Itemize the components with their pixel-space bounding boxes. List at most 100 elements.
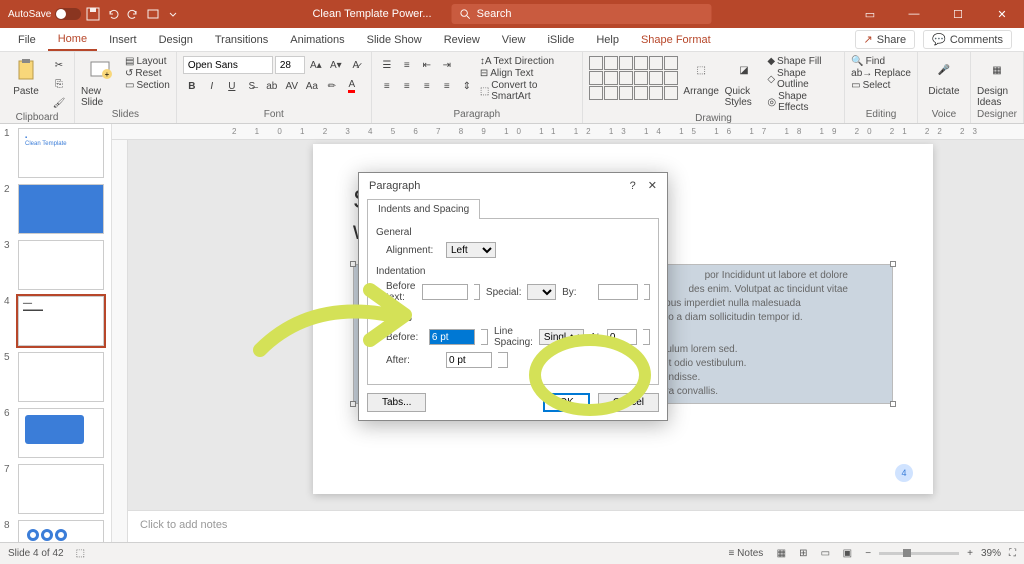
clear-format-icon[interactable]: A̷ (347, 56, 365, 74)
minimize-icon[interactable]: — (892, 0, 936, 28)
search-input[interactable] (477, 8, 704, 20)
spinner[interactable] (481, 329, 488, 345)
smartart-button[interactable]: ⬚ Convert to SmartArt (480, 80, 576, 102)
font-name-input[interactable] (183, 56, 273, 74)
spinner[interactable] (498, 352, 508, 368)
notes-button[interactable]: ≡ Notes (729, 548, 764, 559)
tab-animations[interactable]: Animations (280, 30, 354, 50)
after-input[interactable] (446, 352, 492, 368)
font-color-icon[interactable]: A (343, 77, 361, 95)
by-input[interactable] (598, 284, 638, 300)
arrange-button[interactable]: ⬚ Arrange (682, 56, 721, 97)
new-slide-button[interactable]: + New Slide (81, 56, 121, 108)
underline-icon[interactable]: U (223, 77, 241, 95)
before-text-input[interactable] (422, 284, 468, 300)
tab-home[interactable]: Home (48, 29, 97, 51)
align-right-icon[interactable]: ≡ (418, 77, 436, 95)
line-spacing-select[interactable]: Singl (539, 329, 584, 345)
spinner[interactable] (643, 329, 650, 345)
align-left-icon[interactable]: ≡ (378, 77, 396, 95)
before-input[interactable] (429, 329, 475, 345)
tabs-button[interactable]: Tabs... (367, 393, 426, 412)
numbering-icon[interactable]: ≡ (398, 56, 416, 74)
zoom-value[interactable]: 39% (981, 548, 1001, 559)
ok-button[interactable]: OK (543, 393, 589, 412)
tab-islide[interactable]: iSlide (537, 30, 584, 50)
autosave-toggle[interactable]: AutoSave (8, 8, 81, 20)
tab-shape-format[interactable]: Shape Format (631, 30, 721, 50)
thumbnail-panel[interactable]: 1▪Clean Template 2 3 4━━━▬▬▬▬ 5 6 7 8 (0, 124, 112, 542)
align-center-icon[interactable]: ≡ (398, 77, 416, 95)
copy-icon[interactable]: ⎘ (50, 75, 68, 93)
special-select[interactable] (527, 284, 556, 300)
replace-button[interactable]: ab→ Replace (851, 68, 911, 79)
thumbnail-7[interactable] (18, 464, 104, 514)
align-text-button[interactable]: ⊟ Align Text (480, 68, 576, 79)
find-button[interactable]: 🔍 Find (851, 56, 911, 67)
line-spacing-icon[interactable]: ⇕ (458, 77, 476, 95)
alignment-select[interactable]: Left (446, 242, 496, 258)
spinner[interactable] (644, 284, 650, 300)
dialog-close-icon[interactable]: ✕ (648, 179, 657, 192)
qat-dropdown-icon[interactable] (165, 6, 181, 22)
shadow-icon[interactable]: ab (263, 77, 281, 95)
start-from-beginning-icon[interactable] (145, 6, 161, 22)
indent-right-icon[interactable]: ⇥ (438, 56, 456, 74)
indent-left-icon[interactable]: ⇤ (418, 56, 436, 74)
reading-view-icon[interactable]: ▭ (815, 546, 835, 562)
search-box[interactable] (452, 4, 712, 24)
share-button[interactable]: ↗Share (855, 30, 916, 49)
quick-styles-button[interactable]: ◪ Quick Styles (725, 56, 764, 108)
maximize-icon[interactable]: ☐ (936, 0, 980, 28)
select-button[interactable]: ▭ Select (851, 80, 911, 91)
undo-icon[interactable] (105, 6, 121, 22)
notes-area[interactable]: Click to add notes (128, 510, 1024, 542)
thumbnail-8[interactable] (18, 520, 104, 542)
slideshow-view-icon[interactable]: ▣ (837, 546, 857, 562)
strikethrough-icon[interactable]: S̶ (243, 77, 261, 95)
bold-icon[interactable]: B (183, 77, 201, 95)
at-input[interactable] (607, 329, 637, 345)
fit-window-icon[interactable]: ⛶ (1009, 548, 1016, 559)
thumbnail-3[interactable] (18, 240, 104, 290)
section-button[interactable]: ▭ Section (125, 80, 170, 91)
thumbnail-1[interactable]: ▪Clean Template (18, 128, 104, 178)
cancel-button[interactable]: Cancel (598, 393, 659, 412)
tab-indents-spacing[interactable]: Indents and Spacing (367, 199, 480, 219)
dictate-button[interactable]: 🎤 Dictate (924, 56, 964, 97)
ribbon-options-icon[interactable]: ▭ (848, 0, 892, 28)
reset-button[interactable]: ↺ Reset (125, 68, 170, 79)
italic-icon[interactable]: I (203, 77, 221, 95)
thumbnail-6[interactable] (18, 408, 104, 458)
format-painter-icon[interactable]: 🖌 (50, 94, 68, 112)
tab-transitions[interactable]: Transitions (205, 30, 278, 50)
dialog-help-icon[interactable]: ? (630, 180, 636, 192)
spinner[interactable] (474, 284, 480, 300)
zoom-in-icon[interactable]: + (967, 548, 973, 559)
close-icon[interactable]: ✕ (980, 0, 1024, 28)
paste-button[interactable]: Paste (6, 56, 46, 97)
normal-view-icon[interactable]: ▦ (771, 546, 791, 562)
zoom-out-icon[interactable]: − (865, 548, 871, 559)
zoom-slider[interactable] (879, 552, 959, 555)
thumbnail-2[interactable] (18, 184, 104, 234)
bullets-icon[interactable]: ☰ (378, 56, 396, 74)
decrease-font-icon[interactable]: A▾ (327, 56, 345, 74)
increase-font-icon[interactable]: A▴ (307, 56, 325, 74)
justify-icon[interactable]: ≡ (438, 77, 456, 95)
spacing-icon[interactable]: AV (283, 77, 301, 95)
shape-outline-button[interactable]: ◇ Shape Outline (767, 68, 838, 90)
font-size-input[interactable] (275, 56, 305, 74)
redo-icon[interactable] (125, 6, 141, 22)
lang-indicator[interactable]: ⬚ (76, 548, 85, 559)
comments-button[interactable]: 💬Comments (923, 30, 1012, 49)
sorter-view-icon[interactable]: ⊞ (793, 546, 813, 562)
save-icon[interactable] (85, 6, 101, 22)
tab-design[interactable]: Design (149, 30, 203, 50)
thumbnail-4[interactable]: ━━━▬▬▬▬ (18, 296, 104, 346)
cut-icon[interactable]: ✂ (50, 56, 68, 74)
tab-file[interactable]: File (8, 30, 46, 50)
shape-fill-button[interactable]: ◆ Shape Fill (767, 56, 838, 67)
highlight-icon[interactable]: ✏ (323, 77, 341, 95)
tab-slideshow[interactable]: Slide Show (357, 30, 432, 50)
